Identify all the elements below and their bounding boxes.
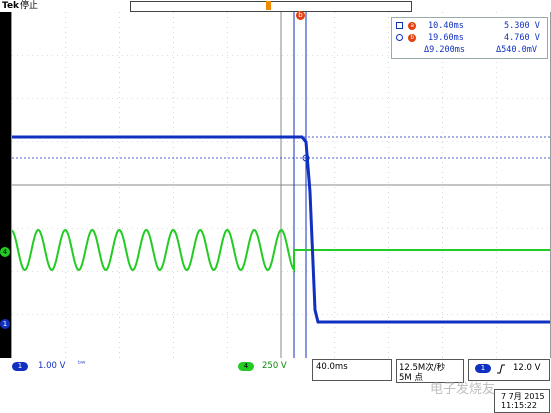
time-display: 11:15:22 <box>501 401 537 410</box>
cursor-a-row: a <box>396 21 417 31</box>
channel-1-scale[interactable]: 1.00 V <box>38 361 65 371</box>
cursor-b-time: 19.60ms <box>428 33 464 43</box>
square-icon <box>396 22 403 29</box>
trigger-source-badge: 1 <box>475 364 491 373</box>
brand-logo: Tek <box>2 1 20 11</box>
oscilloscope-screen: Tek 停止 b 4 1 a 10.40ms 5.300 V b 19.60ms… <box>0 0 551 413</box>
channel-1-ground-marker[interactable]: 1 <box>0 319 10 329</box>
rising-edge-icon <box>497 364 505 374</box>
cursor-a-badge: a <box>408 21 417 30</box>
channel-1-badge[interactable]: 1 <box>12 362 28 371</box>
channel-4-scale[interactable]: 250 V <box>262 361 287 371</box>
circle-icon <box>396 34 403 41</box>
watermark-logo: 电子发烧友 <box>430 382 496 397</box>
cursor-b-voltage: 4.760 V <box>504 33 540 43</box>
waveform-display <box>12 12 550 358</box>
cursor-delta-time: Δ9.200ms <box>424 45 465 55</box>
cursor-a-time: 10.40ms <box>428 21 464 31</box>
cursor-delta-voltage: Δ540.0mV <box>496 45 537 55</box>
timebase-box[interactable]: 40.0ms <box>312 359 392 381</box>
datetime-box: 7 7月 2015 11:15:22 <box>494 389 550 413</box>
cursor-b-row: b <box>396 33 417 43</box>
cursor-a-voltage: 5.300 V <box>504 21 540 31</box>
acquisition-status: 停止 <box>20 1 39 11</box>
record-length: 5M 点 <box>399 373 423 383</box>
top-status-bar: Tek 停止 <box>0 0 551 12</box>
record-position-bar[interactable] <box>130 1 412 12</box>
cursor-b-marker[interactable]: b <box>296 11 305 20</box>
channel-4-badge[interactable]: 4 <box>238 362 254 371</box>
bandwidth-limit-icon: ᵇᵂ <box>78 360 86 368</box>
waveform-graticule <box>11 12 551 358</box>
cursor-b-badge: b <box>408 33 417 42</box>
channel-4-ground-marker[interactable]: 4 <box>0 247 10 257</box>
timebase-scale: 40.0ms <box>316 362 348 372</box>
trigger-level: 12.0 V <box>513 363 541 373</box>
trigger-position-marker[interactable] <box>266 1 271 10</box>
cursor-readout-panel: a 10.40ms 5.300 V b 19.60ms 4.760 V Δ9.2… <box>391 17 548 59</box>
